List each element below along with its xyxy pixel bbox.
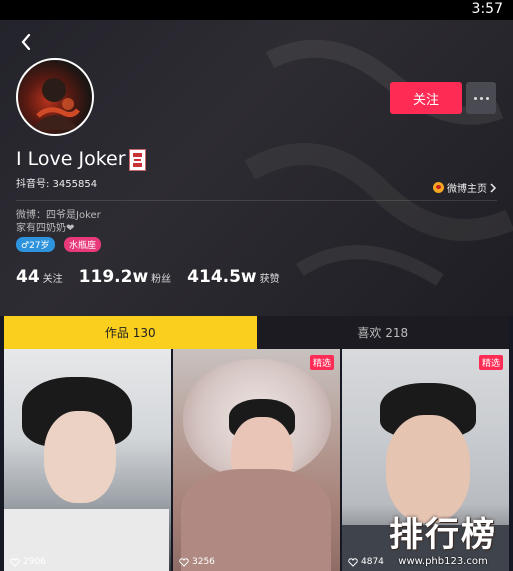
age-tag: ♂27岁 bbox=[16, 237, 55, 252]
stat-label: 粉丝 bbox=[151, 274, 172, 285]
tab-works[interactable]: 作品 130 bbox=[4, 316, 257, 349]
weibo-home-link[interactable]: 微博主页 bbox=[433, 180, 497, 195]
divider bbox=[16, 200, 497, 201]
stat-value: 119.2w bbox=[78, 267, 149, 287]
zodiac-tag: 水瓶座 bbox=[64, 237, 102, 252]
stat-label: 关注 bbox=[42, 274, 63, 285]
stat-value: 414.5w bbox=[187, 267, 257, 287]
video-thumbnail[interactable]: 精选 3256 bbox=[173, 349, 340, 571]
avatar[interactable] bbox=[16, 58, 94, 136]
like-count: 2906 bbox=[10, 557, 46, 567]
video-grid: 2906 精选 3256 精选 4874 排行榜 www.phb123.com bbox=[4, 349, 509, 571]
like-count-value: 2906 bbox=[23, 557, 46, 567]
like-count: 4874 bbox=[348, 557, 384, 567]
heart-icon bbox=[10, 557, 20, 567]
back-arrow-icon bbox=[21, 34, 31, 50]
status-bar: 3:57 bbox=[0, 0, 513, 20]
nickname: I Love Joker bbox=[16, 148, 126, 170]
back-button[interactable] bbox=[14, 30, 38, 54]
featured-badge: 精选 bbox=[309, 355, 334, 370]
watermark-title: 排行榜 bbox=[389, 515, 497, 555]
heart-icon bbox=[179, 557, 189, 567]
chevron-right-icon bbox=[490, 182, 497, 193]
content-tabs: 作品 130 喜欢 218 bbox=[4, 316, 509, 349]
tab-likes[interactable]: 喜欢 218 bbox=[256, 316, 509, 349]
following-stat[interactable]: 44 关注 bbox=[16, 267, 63, 287]
stat-label: 获赞 bbox=[259, 274, 280, 285]
video-thumbnail[interactable]: 2906 bbox=[4, 349, 171, 571]
more-dots-icon bbox=[472, 96, 490, 100]
weibo-link-label: 微博主页 bbox=[447, 184, 487, 195]
like-count-value: 3256 bbox=[192, 557, 215, 567]
like-count: 3256 bbox=[179, 557, 215, 567]
more-button[interactable] bbox=[466, 82, 496, 114]
stats-row: 44 关注 119.2w 粉丝 414.5w 获赞 bbox=[16, 267, 296, 287]
status-time: 3:57 bbox=[471, 1, 503, 17]
profile-header: 关注 I Love Joker 抖音号: 3455854 微博主页 微博：四爷是… bbox=[0, 20, 513, 316]
heart-icon bbox=[348, 557, 358, 567]
like-count-value: 4874 bbox=[361, 557, 384, 567]
likes-received-stat: 414.5w 获赞 bbox=[187, 267, 279, 287]
bio-line: 家有四奶奶❤ bbox=[16, 223, 75, 234]
name-badge-icon bbox=[129, 149, 146, 171]
watermark-url: www.phb123.com bbox=[398, 556, 488, 567]
weibo-icon bbox=[433, 182, 444, 193]
follow-button[interactable]: 关注 bbox=[390, 82, 462, 114]
avatar-image bbox=[32, 78, 80, 130]
site-watermark: 排行榜 www.phb123.com bbox=[389, 507, 497, 567]
stat-value: 44 bbox=[16, 267, 40, 287]
followers-stat[interactable]: 119.2w 粉丝 bbox=[79, 267, 171, 287]
douyin-id: 抖音号: 3455854 bbox=[16, 179, 98, 190]
featured-badge: 精选 bbox=[478, 355, 503, 370]
